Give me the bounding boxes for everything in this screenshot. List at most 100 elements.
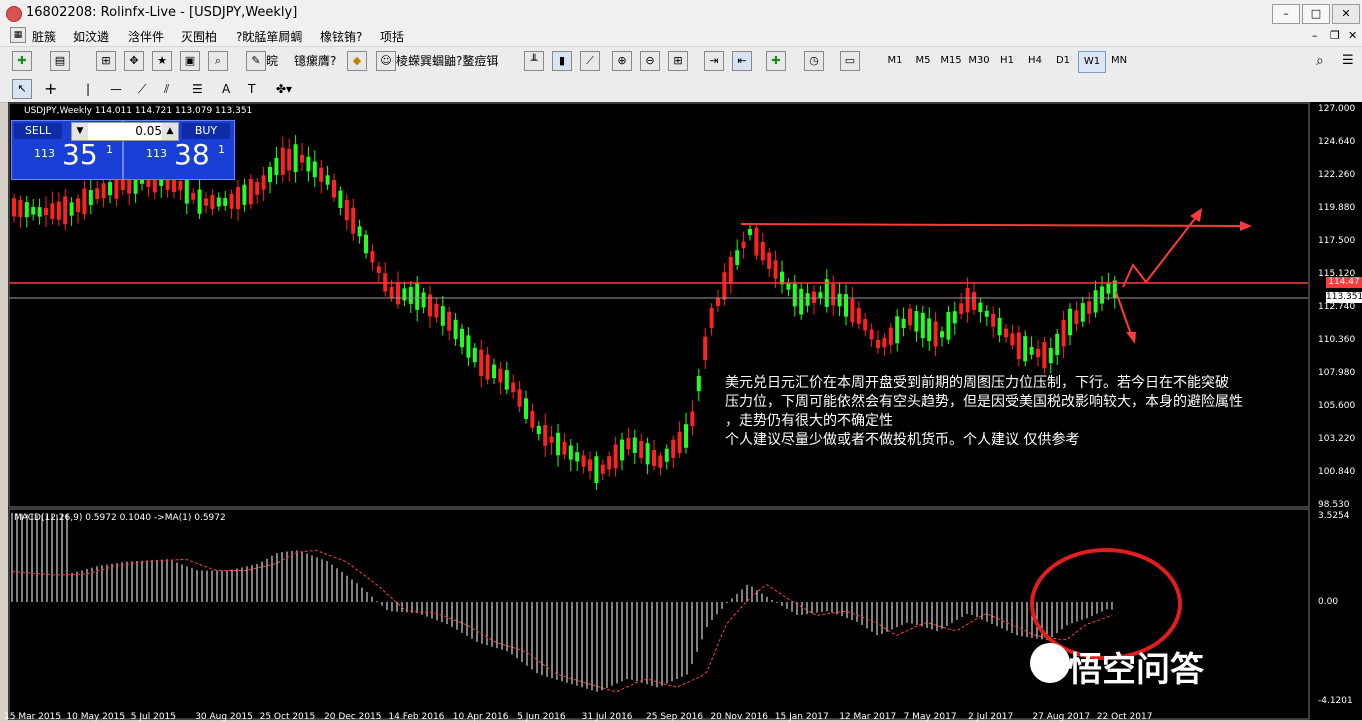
candle-body (876, 339, 880, 349)
bar-chart-icon[interactable]: ╨ (524, 51, 544, 71)
date-axis-label: 10 May 2015 (66, 712, 126, 722)
minimize-button[interactable]: – (1272, 4, 1300, 24)
templates-icon[interactable]: ▭ (840, 51, 860, 71)
menu-item-2[interactable]: 浛伴件 (128, 28, 164, 45)
candle-body (818, 292, 823, 299)
indicators-icon[interactable]: ✚ (766, 51, 786, 71)
menu-item-0[interactable]: 脏簇 (32, 28, 56, 45)
crosshair-icon[interactable]: + (44, 79, 57, 99)
terminal-icon[interactable]: ▣ (180, 51, 200, 71)
cursor-icon[interactable]: ↖ (12, 79, 32, 99)
buy-button[interactable]: BUY (182, 123, 230, 139)
candle-body (901, 318, 906, 329)
candle-body (37, 207, 42, 217)
favorites-icon[interactable]: ★ (152, 51, 172, 71)
candle-body (658, 455, 663, 468)
new-chart-icon[interactable]: ✚ (12, 51, 32, 71)
menu-item-1[interactable]: 如汶遴 (73, 28, 109, 45)
navigator-icon[interactable]: ✥ (124, 51, 144, 71)
candle-body (31, 206, 36, 215)
menu-item-6[interactable]: 项括 (380, 28, 404, 45)
text-label-icon[interactable]: T (248, 79, 255, 99)
lot-increase-icon[interactable]: ▲ (162, 123, 178, 140)
menu-item-3[interactable]: 灭囿柏 (181, 28, 217, 45)
lot-size-value[interactable]: 0.05 (92, 124, 162, 138)
timeframe-m15[interactable]: M15 (938, 51, 964, 71)
vertical-line-icon[interactable]: | (86, 79, 90, 99)
candle-body (44, 208, 48, 216)
date-axis-label: 2 Jul 2017 (968, 712, 1014, 722)
candle-body (50, 203, 55, 220)
zoom-in-icon[interactable]: ⊕ (612, 51, 632, 71)
line-chart-icon[interactable]: ⟋ (580, 51, 600, 71)
candle-body (12, 198, 16, 217)
search-icon[interactable]: ⌕ (1316, 51, 1324, 71)
chat-icon[interactable]: ☰ (1342, 51, 1354, 71)
lot-decrease-icon[interactable]: ▼ (72, 123, 88, 140)
candle-body (24, 202, 29, 218)
timeframe-mn[interactable]: MN (1106, 51, 1132, 71)
trendline-icon[interactable]: ⟋ (138, 79, 146, 99)
candle-body (498, 368, 503, 383)
tile-windows-icon[interactable]: ⊞ (668, 51, 688, 71)
candle-body (581, 455, 586, 467)
metaeditor-icon[interactable]: ◆ (347, 51, 367, 71)
candle-body (76, 198, 80, 213)
candle-body (946, 311, 951, 340)
profiles-icon[interactable]: ▤ (50, 51, 70, 71)
candle-body (197, 189, 202, 214)
timeframe-m1[interactable]: M1 (882, 51, 908, 71)
expert-icon[interactable]: ☺ (376, 51, 396, 71)
timeframe-h4[interactable]: H4 (1022, 51, 1048, 71)
price-axis-label: 122.260 (1318, 170, 1356, 180)
timeframe-h1[interactable]: H1 (994, 51, 1020, 71)
new-order-button[interactable]: 晥 (266, 51, 278, 71)
candlestick-icon[interactable]: ▮ (552, 51, 572, 71)
child-restore-button[interactable]: ❐ (1330, 29, 1340, 42)
chart-shift-icon[interactable]: ⇤ (732, 51, 752, 71)
timeframe-d1[interactable]: D1 (1050, 51, 1076, 71)
lot-size-field[interactable]: ▼ 0.05 ▲ (71, 122, 179, 141)
candle-body (178, 180, 183, 191)
tester-icon[interactable]: ⌕ (208, 51, 228, 71)
chart-window[interactable]: USDJPY,Weekly 114.011 114.721 113.079 11… (4, 102, 1362, 722)
periods-icon[interactable]: ◷ (804, 51, 824, 71)
candle-body (421, 292, 426, 308)
channel-icon[interactable]: ⫽ (164, 79, 169, 99)
sell-button[interactable]: SELL (14, 123, 62, 139)
horizontal-line-icon[interactable]: — (110, 79, 122, 99)
arrows-icon[interactable]: ✤▾ (276, 79, 292, 99)
sell-price-main: 35 (62, 138, 98, 171)
timeframe-m5[interactable]: M5 (910, 51, 936, 71)
candle-body (735, 250, 740, 265)
menu-item-4[interactable]: ?眈艋箪屙蜩 (236, 28, 302, 45)
fibonacci-icon[interactable]: ☰ (192, 79, 203, 99)
date-axis-label: 12 Mar 2017 (839, 712, 897, 722)
text-icon[interactable]: A (222, 79, 230, 99)
candle-body (1004, 328, 1008, 338)
auto-trading-button[interactable]: 镱瘰膺? (294, 51, 336, 71)
new-order-icon[interactable]: ✎ (246, 51, 266, 71)
candle-body (626, 437, 631, 450)
candle-body (1016, 332, 1021, 360)
close-button[interactable]: ✕ (1332, 4, 1360, 24)
date-axis-label: 20 Dec 2015 (324, 712, 382, 722)
candle-body (767, 252, 772, 270)
timeframe-m30[interactable]: M30 (966, 51, 992, 71)
maximize-button[interactable]: □ (1302, 4, 1330, 24)
autoscroll-icon[interactable]: ⇥ (704, 51, 724, 71)
candle-body (959, 303, 964, 315)
market-watch-icon[interactable]: ⊞ (96, 51, 116, 71)
candle-body (191, 192, 196, 200)
zoom-out-icon[interactable]: ⊖ (640, 51, 660, 71)
child-minimize-button[interactable]: – (1312, 29, 1318, 42)
resistance-price-tag: 114.47 (1326, 277, 1362, 288)
timeframe-w1[interactable]: W1 (1078, 51, 1106, 73)
candle-body (888, 327, 893, 345)
candle-body (319, 167, 324, 182)
child-close-button[interactable]: ✕ (1348, 29, 1357, 42)
menu-item-5[interactable]: 橡铉铕? (320, 28, 362, 45)
expert-advisor-button[interactable]: 棱蝾巽蝈鼬?鳌痘铒 (396, 51, 498, 71)
candle-body (357, 226, 362, 237)
candle-body (812, 291, 816, 304)
